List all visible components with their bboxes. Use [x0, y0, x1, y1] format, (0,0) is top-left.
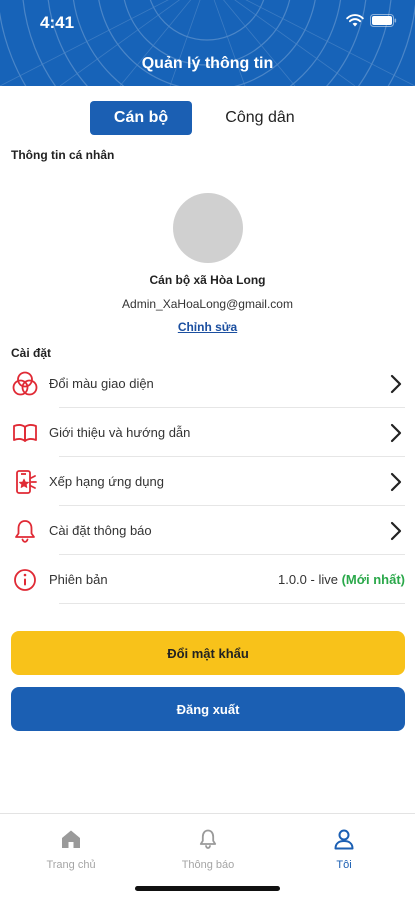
user-icon [334, 829, 354, 850]
color-palette-icon [11, 370, 39, 398]
profile-name: Cán bộ xã Hòa Long [149, 273, 266, 287]
settings-item-label: Giới thiệu và hướng dẫn [49, 425, 191, 440]
divider [59, 603, 405, 604]
home-indicator [135, 886, 280, 891]
page-title: Quản lý thông tin [141, 55, 274, 72]
settings-item-notification-settings[interactable]: Cài đặt thông báo [0, 506, 415, 555]
version-number: 1.0.0 - live [277, 572, 338, 587]
section-title-settings: Cài đặt [11, 346, 52, 360]
tab-cong-dan[interactable]: Công dân [210, 101, 310, 135]
info-icon [11, 566, 39, 594]
version-value: 1.0.0 - live (Mới nhất) [278, 572, 405, 587]
avatar[interactable] [173, 193, 243, 263]
section-title-personal-info: Thông tin cá nhân [11, 148, 115, 162]
tab-bar: Cán bộ Công dân [0, 101, 415, 137]
nav-label: Thông báo [181, 859, 235, 871]
book-icon [11, 419, 39, 447]
bell-icon [199, 829, 217, 849]
home-icon [62, 830, 80, 848]
status-bar: 4:41 [0, 0, 415, 44]
nav-item-me[interactable]: Tôi [284, 828, 404, 871]
version-latest-badge: (Mới nhất) [341, 572, 405, 587]
chevron-right-icon [390, 423, 402, 443]
nav-item-home[interactable]: Trang chủ [11, 828, 131, 871]
bell-icon [11, 517, 39, 545]
version-label: Phiên bản [49, 572, 108, 587]
wifi-icon [346, 14, 364, 27]
status-icons [346, 14, 397, 27]
change-password-button[interactable]: Đổi mật khẩu [11, 631, 405, 675]
nav-label: Tôi [336, 859, 352, 871]
settings-item-version: Phiên bản 1.0.0 - live (Mới nhất) [0, 555, 415, 604]
chevron-right-icon [390, 521, 402, 541]
nav-label: Trang chủ [46, 859, 96, 871]
logout-button[interactable]: Đăng xuất [11, 687, 405, 731]
settings-item-theme-color[interactable]: Đổi màu giao diện [0, 359, 415, 408]
status-time: 4:41 [40, 13, 75, 32]
settings-item-label: Cài đặt thông báo [49, 523, 152, 538]
battery-icon [370, 14, 397, 27]
chevron-right-icon [390, 472, 402, 492]
settings-item-label: Xếp hạng ứng dụng [49, 474, 164, 489]
profile-email: Admin_XaHoaLong@gmail.com [122, 297, 293, 311]
app-header: 4:41 Quản lý thông tin [0, 0, 415, 86]
nav-item-notifications[interactable]: Thông báo [148, 828, 268, 871]
chevron-right-icon [390, 374, 402, 394]
settings-item-intro-guide[interactable]: Giới thiệu và hướng dẫn [0, 408, 415, 457]
settings-item-app-rating[interactable]: Xếp hạng ứng dụng [0, 457, 415, 506]
settings-item-label: Đổi màu giao diện [49, 376, 154, 391]
rating-phone-icon [11, 468, 39, 496]
tab-can-bo[interactable]: Cán bộ [90, 101, 192, 135]
edit-profile-link[interactable]: Chỉnh sửa [0, 320, 415, 334]
